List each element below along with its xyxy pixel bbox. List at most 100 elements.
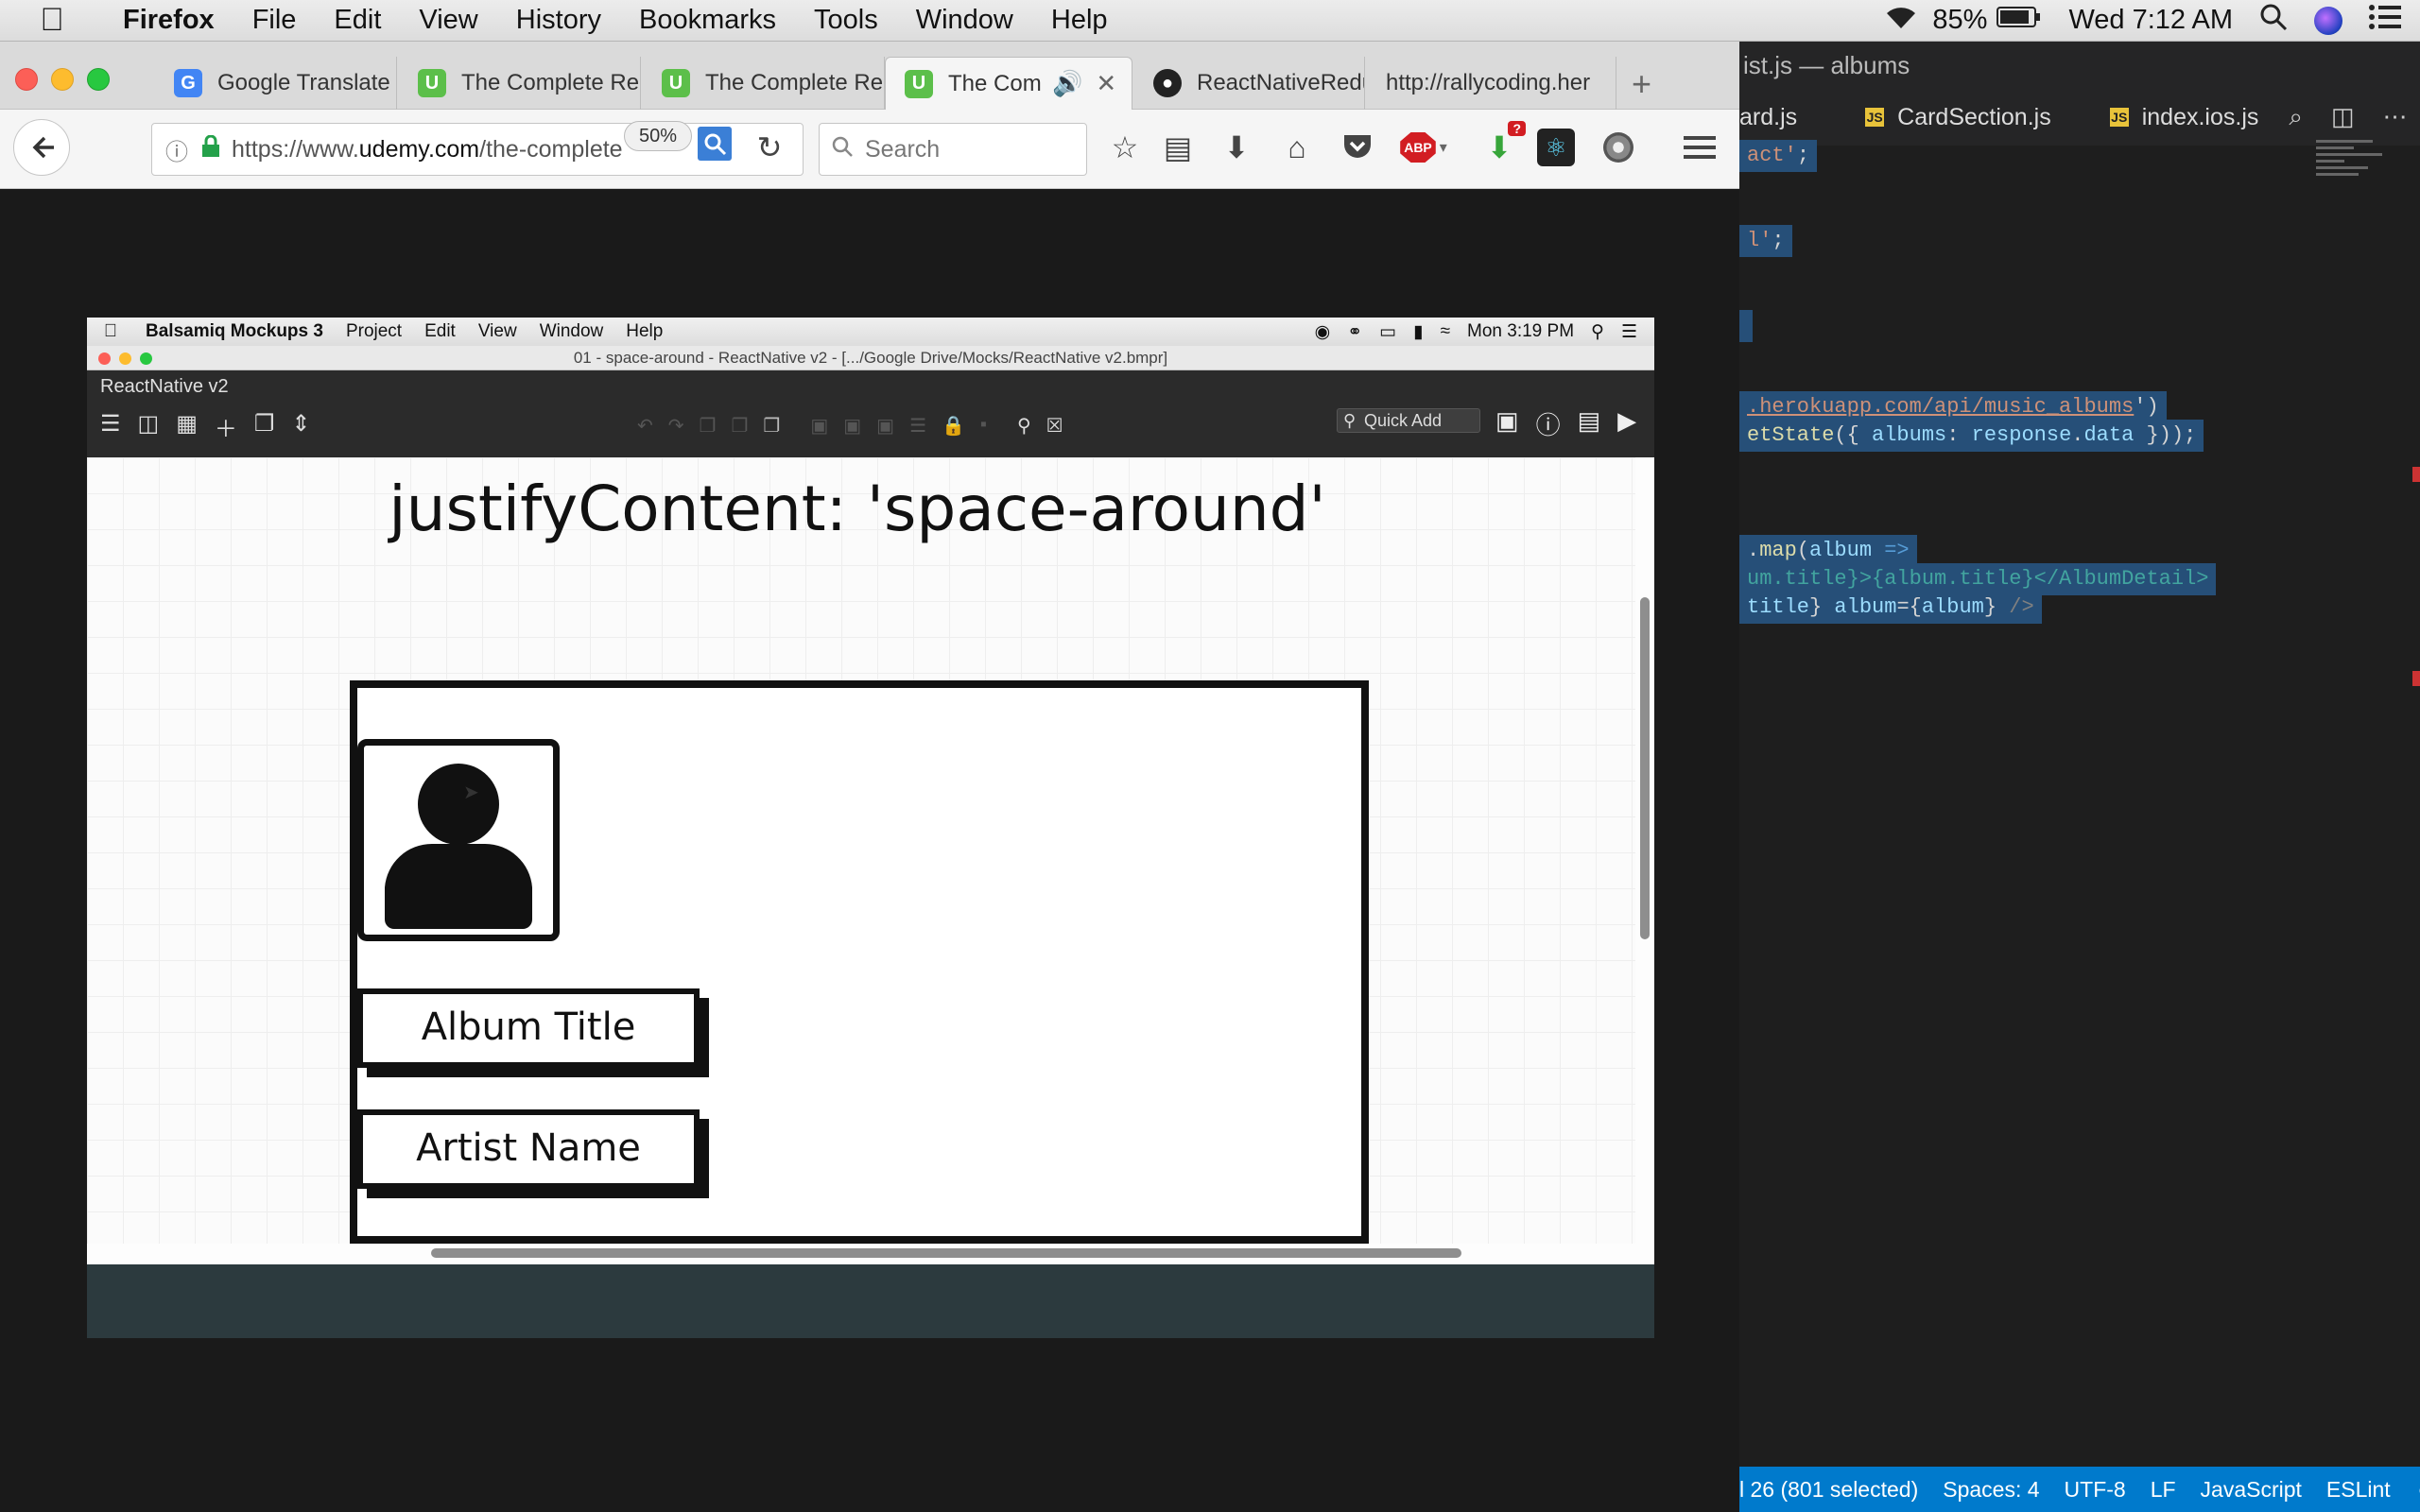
menu-bookmarks[interactable]: Bookmarks xyxy=(620,5,795,36)
record-icon[interactable]: ◉ xyxy=(1315,321,1331,343)
back-button[interactable] xyxy=(13,119,70,176)
zoom-icon[interactable]: ⚲ xyxy=(1017,414,1031,438)
balsamiq-menu-edit[interactable]: Edit xyxy=(413,321,467,342)
balsamiq-clock[interactable]: Mon 3:19 PM xyxy=(1467,321,1574,342)
notes-icon[interactable]: ▤ xyxy=(1578,406,1601,441)
menu-app-firefox[interactable]: Firefox xyxy=(104,5,233,36)
wifi-icon[interactable] xyxy=(1883,4,1919,38)
canvas-horizontal-scroll-thumb[interactable] xyxy=(431,1248,1461,1258)
delete-icon[interactable]: ▪ xyxy=(980,414,987,438)
info-icon[interactable]: ⓘ xyxy=(1536,406,1561,441)
downloads-icon[interactable]: ⬇ xyxy=(1214,125,1259,170)
album-title-label[interactable]: Album Title xyxy=(357,988,700,1068)
image-icon[interactable]: ▣ xyxy=(1495,406,1519,441)
secure-lock-icon[interactable] xyxy=(201,134,220,164)
browser-tab[interactable]: U The Complete Re xyxy=(643,57,885,110)
duplicate-icon[interactable]: ❐ xyxy=(254,410,275,443)
single-panel-icon[interactable]: ◫ xyxy=(138,410,160,443)
add-icon[interactable]: ＋ xyxy=(215,410,237,443)
more-actions-icon[interactable]: ⋯ xyxy=(2383,102,2408,132)
menu-edit[interactable]: Edit xyxy=(315,5,400,36)
split-editor-icon[interactable]: ◫ xyxy=(2331,102,2355,132)
spotlight-search-icon[interactable] xyxy=(2259,3,2288,39)
siri-icon[interactable] xyxy=(2314,6,2342,35)
balsamiq-menu-help[interactable]: Help xyxy=(614,321,674,342)
reorder-icon[interactable]: ⇕ xyxy=(291,410,310,443)
lock-icon[interactable]: 🔒 xyxy=(942,414,965,438)
menubar-clock[interactable]: Wed 7:12 AM xyxy=(2068,5,2233,36)
video-extension-icon[interactable] xyxy=(1596,125,1641,170)
paste-icon[interactable]: ❐ xyxy=(763,414,780,438)
menu-window[interactable]: Window xyxy=(897,5,1032,36)
eslint-status[interactable]: ESLint xyxy=(2326,1477,2391,1503)
browser-tab-active[interactable]: U The Comp 🔊 ✕ xyxy=(885,57,1132,110)
menu-help[interactable]: Help xyxy=(1032,5,1127,36)
mockup-avatar-placeholder[interactable] xyxy=(357,739,560,941)
battery-icon[interactable] xyxy=(1996,5,2042,37)
redo-icon[interactable]: ↷ xyxy=(668,414,684,438)
reading-list-icon[interactable]: ▤ xyxy=(1155,125,1201,170)
glasses-icon[interactable]: ⚭ xyxy=(1347,321,1362,343)
adblock-plus-icon[interactable]: ABP ▾ xyxy=(1395,125,1452,170)
apple-menu-icon[interactable]:  xyxy=(0,2,104,39)
artist-name-label[interactable]: Artist Name xyxy=(357,1109,700,1189)
browser-tab[interactable]: U The Complete Re xyxy=(399,57,641,110)
balsamiq-menu-window[interactable]: Window xyxy=(528,321,615,342)
menu-history[interactable]: History xyxy=(497,5,620,36)
minimize-window-button[interactable] xyxy=(119,352,131,365)
cut-icon[interactable]: ❐ xyxy=(731,414,748,438)
bring-forward-icon[interactable]: ▣ xyxy=(876,414,894,438)
tab-audio-speaker-icon[interactable]: 🔊 xyxy=(1052,69,1082,98)
grid-view-icon[interactable]: ▦ xyxy=(176,410,198,443)
group-icon[interactable]: ▣ xyxy=(810,414,828,438)
quick-add-input[interactable]: ⚲ Quick Add xyxy=(1337,408,1480,433)
balsamiq-app-menu[interactable]: Balsamiq Mockups 3 xyxy=(134,321,335,342)
menu-tools[interactable]: Tools xyxy=(795,5,897,36)
presentation-play-icon[interactable]: ▶ xyxy=(1617,406,1636,441)
file-encoding[interactable]: UTF-8 xyxy=(2065,1477,2126,1503)
zoom-level-indicator[interactable]: 50% xyxy=(624,121,692,151)
balsamiq-menu-project[interactable]: Project xyxy=(335,321,413,342)
apple-menu-icon[interactable]:  xyxy=(87,321,134,342)
search-bar[interactable]: Search xyxy=(819,123,1087,176)
minimize-window-button[interactable] xyxy=(51,68,74,91)
reload-icon[interactable]: ↻ xyxy=(747,125,792,170)
page-info-icon[interactable]: ⓘ xyxy=(165,133,188,166)
indentation-setting[interactable]: Spaces: 4 xyxy=(1943,1477,2039,1503)
mockup-card-container[interactable]: Album Title Artist Name xyxy=(350,680,1369,1244)
browser-tab[interactable]: G Google Translate xyxy=(155,57,397,110)
editor-tab-card[interactable]: ard.js xyxy=(1739,89,1827,146)
menu-file[interactable]: File xyxy=(233,5,316,36)
browser-tab[interactable]: http://rallycoding.her xyxy=(1367,57,1616,110)
undo-icon[interactable]: ↶ xyxy=(637,414,653,438)
zoom-fit-icon[interactable]: ☒ xyxy=(1046,414,1063,438)
open-changes-icon[interactable]: ⌕ xyxy=(2289,102,2303,132)
spotlight-search-icon[interactable]: ⚲ xyxy=(1591,321,1604,343)
notification-center-icon[interactable]: ☰ xyxy=(1621,321,1637,343)
canvas-vertical-scroll-thumb[interactable] xyxy=(1640,597,1650,939)
menu-icon[interactable]: ☰ xyxy=(100,410,121,443)
pocket-icon[interactable] xyxy=(1335,125,1380,170)
tab-close-icon[interactable]: ✕ xyxy=(1096,69,1116,98)
language-mode[interactable]: JavaScript xyxy=(2201,1477,2302,1503)
browser-tab[interactable]: ● ReactNativeRedu xyxy=(1134,57,1365,110)
balsamiq-menu-view[interactable]: View xyxy=(467,321,528,342)
notification-center-icon[interactable] xyxy=(2369,4,2401,38)
hamburger-menu-icon[interactable] xyxy=(1677,125,1722,170)
battery-icon[interactable]: ▮ xyxy=(1413,321,1423,343)
download-helper-icon[interactable]: ⬇ ? xyxy=(1477,121,1526,170)
home-icon[interactable]: ⌂ xyxy=(1274,125,1320,170)
menu-view[interactable]: View xyxy=(400,5,496,36)
close-window-button[interactable] xyxy=(15,68,38,91)
editor-tab-cardsection[interactable]: JS CardSection.js xyxy=(1865,89,2082,146)
editor-tab-index-ios[interactable]: JS index.ios.js xyxy=(2109,89,2290,146)
wifi-icon[interactable]: ≈ xyxy=(1441,321,1450,342)
bookmark-star-icon[interactable]: ☆ xyxy=(1102,125,1148,170)
search-extension-icon[interactable] xyxy=(698,127,732,161)
zoom-window-button[interactable] xyxy=(140,352,152,365)
align-icon[interactable]: ☰ xyxy=(909,414,926,438)
airplay-icon[interactable]: ▭ xyxy=(1379,321,1396,343)
line-ending[interactable]: LF xyxy=(2151,1477,2176,1503)
feedback-smiley-icon[interactable]: ☺ xyxy=(2415,1477,2420,1503)
zoom-window-button[interactable] xyxy=(87,68,110,91)
